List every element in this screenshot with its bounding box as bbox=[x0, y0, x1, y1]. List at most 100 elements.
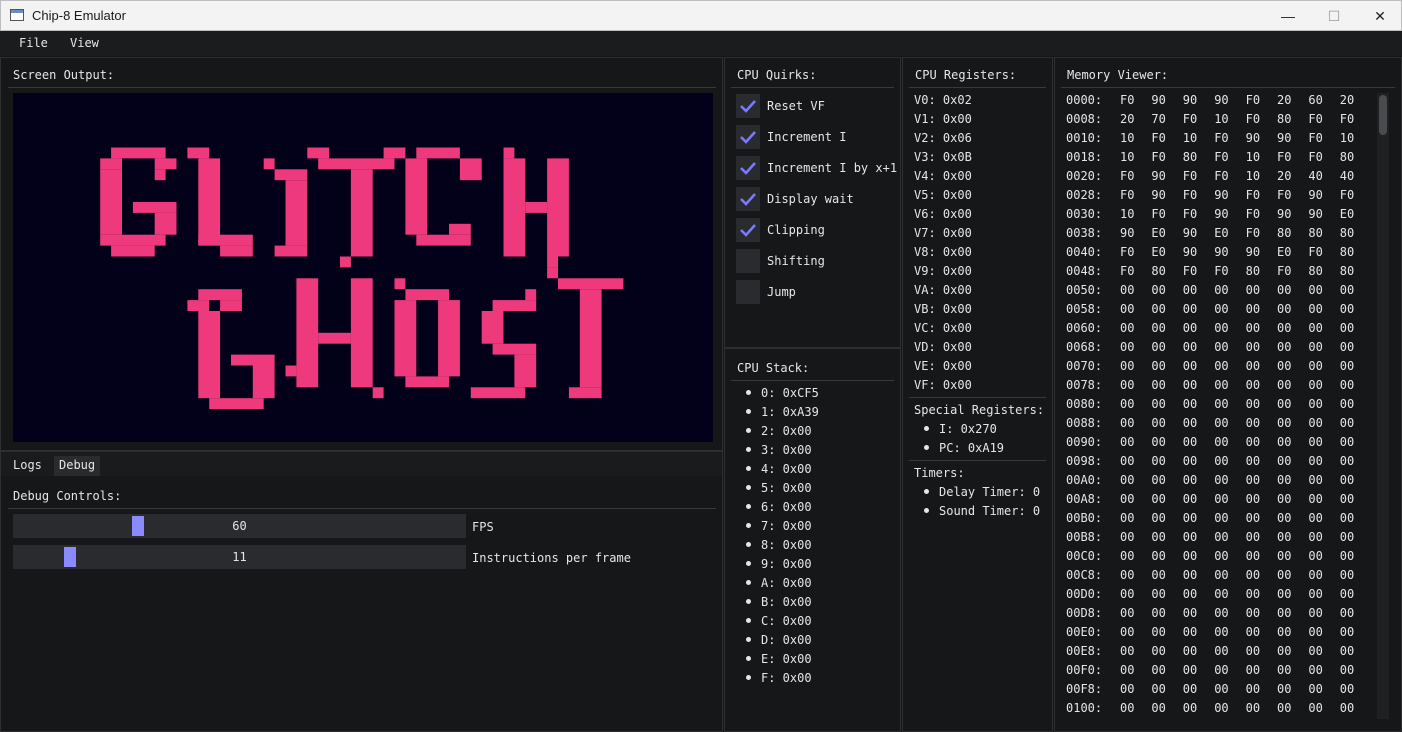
memory-byte: 00 bbox=[1214, 682, 1229, 696]
special-registers-title: Special Registers: bbox=[914, 403, 1045, 417]
quirk-checkbox[interactable]: Reset VF bbox=[736, 94, 896, 118]
memory-byte: 00 bbox=[1277, 663, 1292, 677]
screen-pixel-block bbox=[296, 278, 319, 388]
memory-address: 0090: bbox=[1066, 435, 1103, 449]
screen-pixel-block bbox=[383, 147, 395, 159]
checkbox-box[interactable] bbox=[736, 125, 760, 149]
memory-address: 0080: bbox=[1066, 397, 1103, 411]
close-button[interactable]: ✕ bbox=[1357, 1, 1402, 31]
bullet-icon bbox=[746, 618, 751, 623]
memory-address: 0020: bbox=[1066, 169, 1103, 183]
fps-slider-value: 60 bbox=[232, 519, 247, 533]
register-entry: V4: 0x00 bbox=[914, 169, 972, 183]
memory-byte: 00 bbox=[1245, 492, 1261, 506]
timer-entry: Sound Timer: 0 bbox=[939, 504, 1041, 518]
screen-pixel-block bbox=[340, 256, 351, 268]
memory-address: 00A8: bbox=[1066, 492, 1103, 506]
screen-pixel-block bbox=[318, 158, 395, 170]
memory-row: 00F0: 00 00 00 00 00 00 00 00 bbox=[1066, 663, 1376, 682]
memory-byte: F0 bbox=[1277, 188, 1292, 202]
screen-pixel-block bbox=[307, 147, 330, 159]
memory-byte: 00 bbox=[1245, 340, 1261, 354]
checkbox-box[interactable] bbox=[736, 156, 760, 180]
screen-pixel-block bbox=[111, 147, 166, 159]
memory-byte: 00 bbox=[1120, 644, 1135, 658]
memory-byte: 80 bbox=[1151, 264, 1166, 278]
memory-byte: 00 bbox=[1120, 283, 1135, 297]
bullet-icon bbox=[746, 523, 751, 528]
memory-byte: 00 bbox=[1277, 682, 1292, 696]
memory-row: 0068: 00 00 00 00 00 00 00 00 bbox=[1066, 340, 1376, 359]
minimize-button[interactable]: — bbox=[1265, 1, 1311, 31]
checkbox-box[interactable] bbox=[736, 187, 760, 211]
memory-byte: 00 bbox=[1277, 283, 1292, 297]
screen-pixel-block bbox=[154, 212, 177, 235]
quirk-checkbox[interactable]: Jump bbox=[736, 280, 896, 304]
memory-byte: 00 bbox=[1182, 549, 1198, 563]
memory-byte: 00 bbox=[1151, 435, 1166, 449]
memory-row: 0100: 00 00 00 00 00 00 00 00 bbox=[1066, 701, 1376, 720]
memory-byte: 00 bbox=[1120, 378, 1135, 392]
quirk-checkbox[interactable]: Shifting bbox=[736, 249, 896, 273]
memory-byte: 00 bbox=[1277, 321, 1292, 335]
bullet-icon bbox=[746, 599, 751, 604]
bullet-icon bbox=[746, 656, 751, 661]
memory-byte: 00 bbox=[1308, 473, 1323, 487]
checkbox-box[interactable] bbox=[736, 280, 760, 304]
screen-pixel-block bbox=[187, 300, 210, 311]
quirk-checkbox[interactable]: Increment I by x+1 bbox=[736, 156, 897, 180]
memory-byte: F0 bbox=[1245, 207, 1261, 221]
fps-slider[interactable]: 60 bbox=[13, 514, 466, 538]
memory-address: 00C0: bbox=[1066, 549, 1103, 563]
quirk-checkbox[interactable]: Display wait bbox=[736, 187, 896, 211]
register-entry: VC: 0x00 bbox=[914, 321, 972, 335]
memory-byte: 00 bbox=[1245, 302, 1261, 316]
memory-scrollbar[interactable] bbox=[1377, 93, 1389, 719]
memory-byte: 00 bbox=[1339, 606, 1355, 620]
memory-row: 0028: F0 90 F0 90 F0 F0 90 F0 bbox=[1066, 188, 1376, 207]
memory-byte: F0 bbox=[1120, 264, 1135, 278]
checkbox-box[interactable] bbox=[736, 218, 760, 242]
memory-byte: 00 bbox=[1182, 359, 1198, 373]
memory-byte: 00 bbox=[1214, 492, 1229, 506]
memory-byte: 90 bbox=[1182, 245, 1198, 259]
fps-slider-label: FPS bbox=[472, 520, 494, 534]
checkbox-box[interactable] bbox=[736, 249, 760, 273]
memory-byte: F0 bbox=[1308, 112, 1323, 126]
memory-byte: 00 bbox=[1214, 606, 1229, 620]
memory-byte: 00 bbox=[1182, 473, 1198, 487]
checkbox-box[interactable] bbox=[736, 94, 760, 118]
memory-byte: 00 bbox=[1120, 549, 1135, 563]
memory-scrollbar-thumb[interactable] bbox=[1379, 95, 1387, 135]
memory-byte: F0 bbox=[1277, 150, 1292, 164]
maximize-button[interactable]: ☐ bbox=[1311, 1, 1357, 31]
screen-pixel-block bbox=[209, 398, 264, 410]
menu-file[interactable]: File bbox=[19, 36, 48, 50]
ipf-slider[interactable]: 11 bbox=[13, 545, 466, 569]
screen-pixel-block bbox=[449, 223, 471, 235]
tab-logs[interactable]: Logs bbox=[8, 456, 47, 476]
memory-byte: 10 bbox=[1120, 150, 1135, 164]
quirk-checkbox[interactable]: Clipping bbox=[736, 218, 896, 242]
memory-byte: F0 bbox=[1214, 150, 1229, 164]
memory-byte: 00 bbox=[1277, 416, 1292, 430]
quirk-checkbox[interactable]: Increment I bbox=[736, 125, 896, 149]
divider bbox=[8, 87, 716, 88]
chip8-display bbox=[13, 93, 713, 442]
tab-debug[interactable]: Debug bbox=[54, 456, 101, 476]
register-entry: VF: 0x00 bbox=[914, 378, 972, 392]
menu-view[interactable]: View bbox=[70, 36, 99, 50]
memory-byte: 00 bbox=[1245, 378, 1261, 392]
screen-pixel-block bbox=[416, 234, 471, 246]
memory-byte: F0 bbox=[1182, 207, 1198, 221]
memory-address: 00A0: bbox=[1066, 473, 1103, 487]
memory-byte: 00 bbox=[1120, 682, 1135, 696]
memory-row: 0000: F0 90 90 90 F0 20 60 20 bbox=[1066, 93, 1376, 112]
memory-byte: 90 bbox=[1214, 207, 1229, 221]
memory-byte: 20 bbox=[1339, 93, 1355, 107]
memory-row: 0038: 90 E0 90 E0 F0 80 80 80 bbox=[1066, 226, 1376, 245]
memory-byte: 00 bbox=[1308, 606, 1323, 620]
memory-byte: 40 bbox=[1339, 169, 1355, 183]
memory-byte: 00 bbox=[1151, 378, 1166, 392]
memory-byte: 80 bbox=[1277, 226, 1292, 240]
